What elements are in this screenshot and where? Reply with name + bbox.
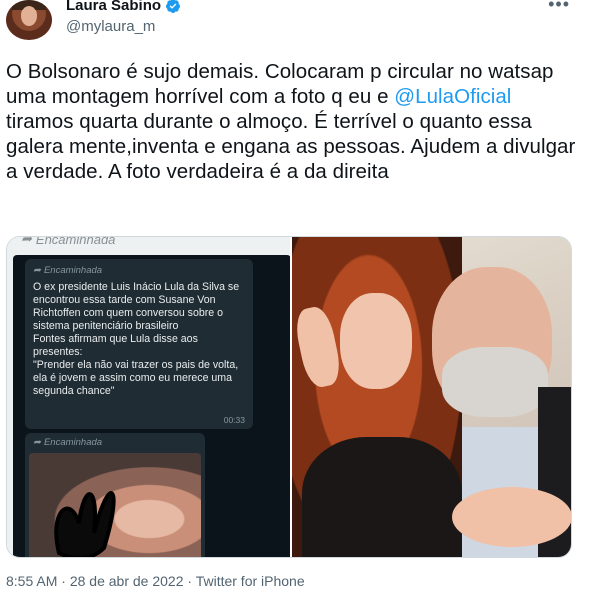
meta-separator: · bbox=[183, 573, 196, 589]
forwarded-photo bbox=[29, 453, 201, 557]
tweet-media[interactable]: ➦ Encaminhada ➦ Encaminhada O ex preside… bbox=[6, 236, 572, 558]
bubble-timestamp: 00:33 bbox=[223, 415, 245, 425]
photo-man-hand bbox=[452, 487, 571, 547]
bubble2-forwarded-row: ➦ Encaminhada bbox=[33, 437, 102, 448]
photo-girl-body bbox=[302, 437, 462, 557]
whatsapp-image-bubble: ➦ Encaminhada bbox=[25, 433, 205, 557]
meta-separator: · bbox=[57, 573, 70, 589]
photo-girl-face bbox=[340, 293, 412, 389]
bubble2-forwarded-label: Encaminhada bbox=[43, 437, 103, 448]
bubble-message-text: O ex presidente Luis Inácio Lula da Silv… bbox=[33, 281, 240, 397]
tweet-meta: 8:55 AM · 28 de abr de 2022 · Twitter fo… bbox=[6, 573, 305, 589]
forward-arrow-icon: ➦ bbox=[33, 437, 41, 448]
tweet-text: O Bolsonaro é sujo demais. Colocaram p c… bbox=[6, 59, 581, 184]
bubble-forwarded-label: Encaminhada bbox=[43, 265, 103, 276]
whatsapp-message-bubble: ➦ Encaminhada O ex presidente Luis Ináci… bbox=[25, 259, 253, 429]
mention-link[interactable]: @LulaOficial bbox=[394, 85, 511, 108]
author-handle[interactable]: @mylaura_m bbox=[66, 18, 155, 35]
verified-badge-icon bbox=[166, 0, 181, 13]
author-name[interactable]: Laura Sabino bbox=[66, 0, 161, 14]
author-name-row[interactable]: Laura Sabino bbox=[66, 0, 181, 14]
forward-arrow-icon: ➦ bbox=[33, 265, 41, 276]
avatar[interactable] bbox=[6, 0, 52, 40]
avatar-face bbox=[21, 6, 37, 26]
tweet-source: Twitter for iPhone bbox=[195, 573, 305, 589]
tweet-text-part2: tiramos quarta durante o almoço. É terrí… bbox=[6, 110, 576, 183]
photo-man-beard bbox=[442, 347, 548, 417]
forwarded-header: ➦ Encaminhada bbox=[21, 237, 115, 247]
media-image-left[interactable]: ➦ Encaminhada ➦ Encaminhada O ex preside… bbox=[7, 237, 290, 557]
scribble-overlay-icon bbox=[54, 491, 116, 557]
tweet-time[interactable]: 8:55 AM bbox=[6, 573, 57, 589]
forwarded-label: Encaminhada bbox=[35, 237, 116, 247]
tweet-date[interactable]: 28 de abr de 2022 bbox=[70, 573, 184, 589]
media-image-right[interactable] bbox=[292, 237, 571, 557]
forward-arrow-icon: ➦ bbox=[21, 237, 32, 246]
more-options-icon[interactable]: ••• bbox=[548, 0, 570, 15]
bubble-forwarded-row: ➦ Encaminhada bbox=[33, 265, 102, 276]
